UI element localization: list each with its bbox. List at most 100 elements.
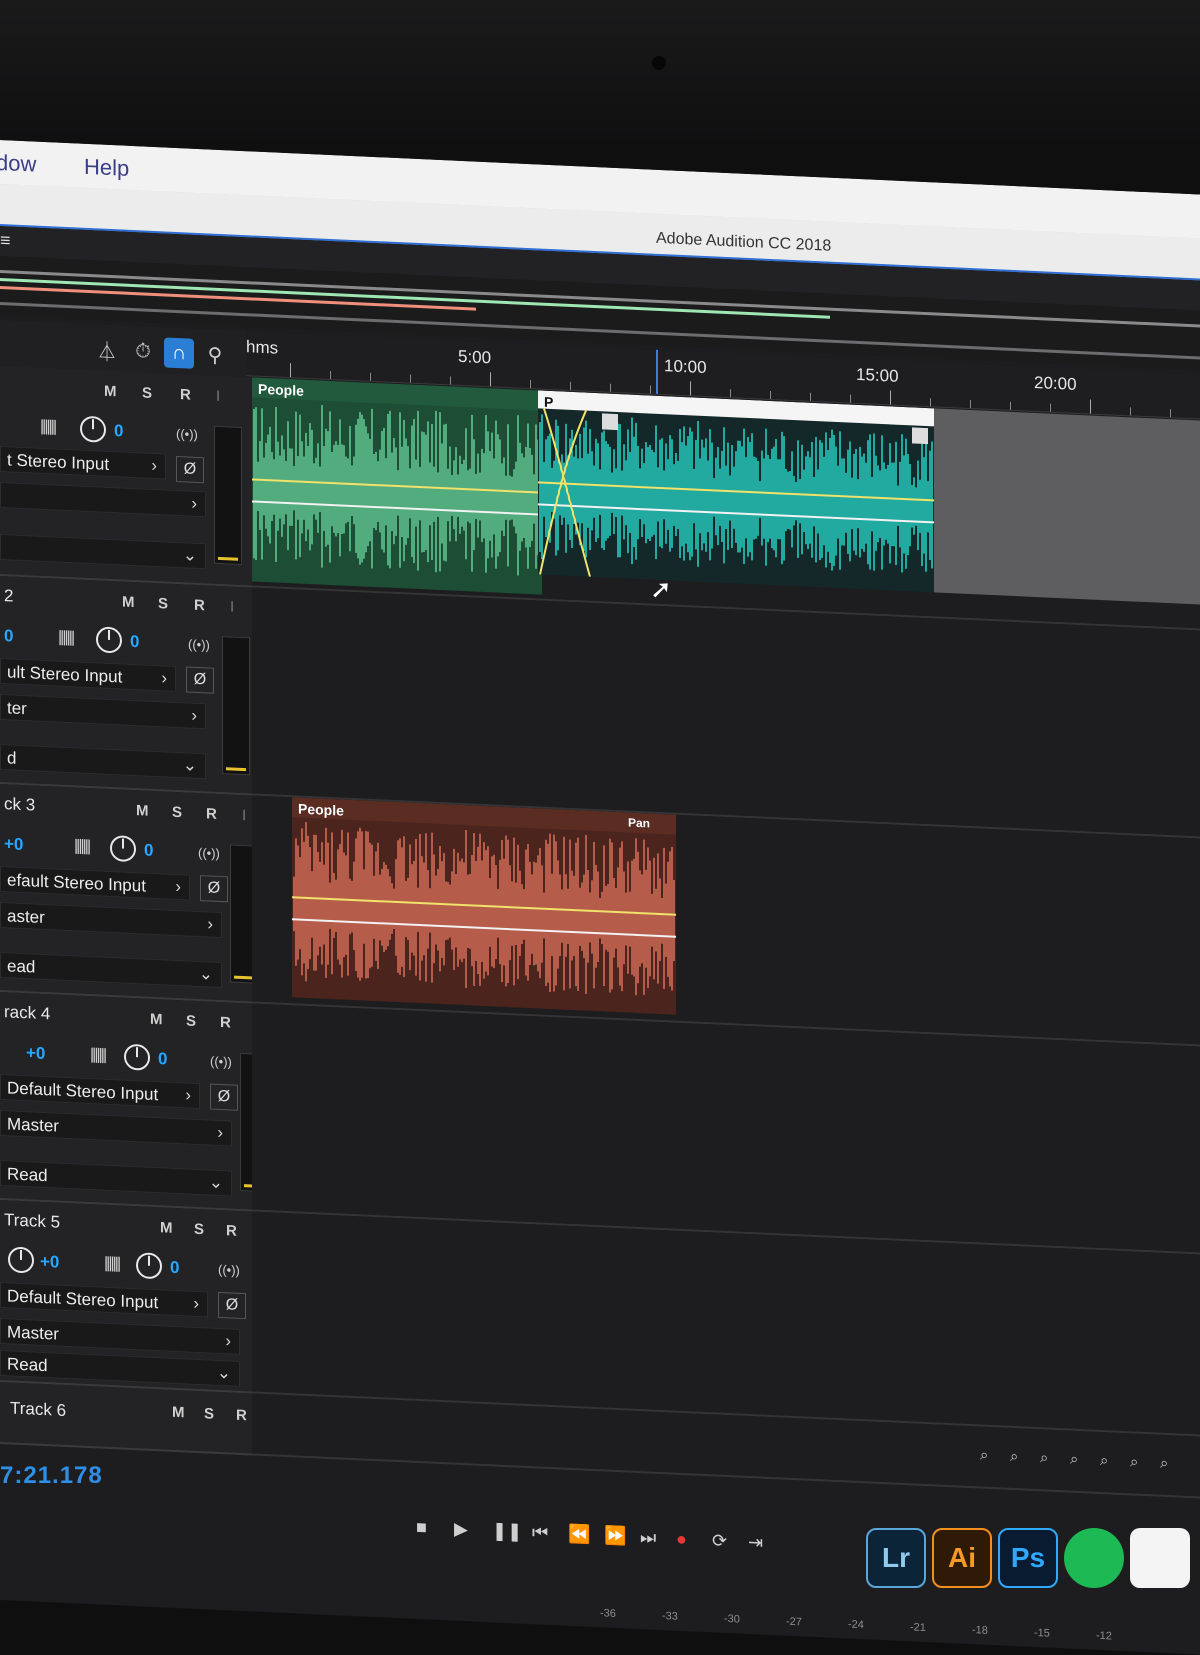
zoom-out-amplitude-icon[interactable]: ⌕ [1010,1448,1018,1465]
solo-button[interactable]: S [172,804,182,821]
automation-select[interactable]: ead ⌄ [0,952,222,989]
pan-knob[interactable] [124,1043,150,1071]
track-name[interactable]: Track 5 [4,1210,60,1233]
playhead[interactable] [656,349,658,394]
chevron-right-icon: › [225,1331,231,1351]
solo-button[interactable]: S [194,1221,204,1238]
pan-value[interactable]: 0 [114,421,123,441]
spotify-icon[interactable]: ≋ [1064,1528,1124,1588]
time-display[interactable]: 7:21.178 [0,1462,103,1490]
panel-menu-icon[interactable]: ≡ [0,230,11,251]
record-arm-button[interactable]: R [180,386,191,403]
track-name[interactable]: ck 3 [4,794,35,815]
input-monitor-button[interactable]: I [230,598,234,615]
pan-value[interactable]: 0 [158,1049,167,1069]
output-select[interactable]: Master › [0,1318,240,1355]
pan-knob[interactable] [80,415,106,443]
output-select[interactable]: Master › [0,1110,232,1147]
input-select[interactable]: Default Stereo Input › [0,1074,200,1110]
volume-knob[interactable] [8,1246,34,1274]
mute-button[interactable]: M [104,383,117,401]
audio-clip[interactable]: People [252,377,542,595]
automation-select[interactable]: d ⌄ [0,744,206,780]
zoom-full-icon[interactable]: ⌕ [1100,1452,1108,1469]
track-name[interactable]: Track 6 [10,1398,66,1421]
solo-button[interactable]: S [204,1405,214,1422]
to-end-icon[interactable]: ⏭ [640,1527,656,1549]
to-start-icon[interactable]: ⏮ [532,1522,548,1544]
phase-invert-button[interactable]: Ø [210,1083,238,1111]
volume-value[interactable]: +0 [26,1043,45,1064]
menu-window[interactable]: dow [0,150,36,178]
stop-icon[interactable]: ■ [416,1517,427,1538]
mute-button[interactable]: M [150,1011,163,1029]
input-monitor-button[interactable]: I [216,388,220,405]
record-arm-button[interactable]: R [236,1407,247,1424]
fade-in-handle[interactable] [602,413,618,431]
volume-value[interactable]: 0 [4,626,13,646]
zoom-in-time-icon[interactable]: ⌕ [1040,1449,1048,1466]
track-name[interactable]: 2 [4,586,13,606]
illustrator-icon[interactable]: Ai [932,1528,992,1588]
output-select[interactable]: aster › [0,902,222,939]
record-arm-button[interactable]: R [194,597,205,614]
record-arm-button[interactable]: R [226,1222,237,1239]
photoshop-icon[interactable]: Ps [998,1528,1058,1588]
headphones-icon[interactable]: ∩ [164,337,194,369]
pan-value[interactable]: 0 [170,1258,179,1278]
audio-clip[interactable]: People Pan [292,797,676,1015]
input-monitor-button[interactable]: I [242,807,246,824]
record-arm-button[interactable]: R [220,1014,231,1031]
output-select[interactable]: › [0,482,206,518]
audio-clip-selected[interactable]: P [538,390,934,593]
record-icon[interactable]: ● [676,1529,687,1550]
automation-select[interactable]: Read ⌄ [0,1350,240,1387]
input-select[interactable]: t Stereo Input › [0,446,166,480]
phase-invert-button[interactable]: Ø [176,455,204,484]
phase-invert-button[interactable]: Ø [218,1291,246,1320]
input-select[interactable]: ult Stereo Input › [0,658,176,692]
fast-forward-icon[interactable]: ⏩ [604,1525,626,1547]
loop-icon[interactable]: ⟳ [712,1530,727,1552]
volume-value[interactable]: +0 [4,834,23,855]
input-select[interactable]: Default Stereo Input › [0,1282,208,1318]
input-select[interactable]: efault Stereo Input › [0,866,190,901]
marker-pin-icon[interactable]: ⚲ [200,339,230,370]
zoom-in-amplitude-icon[interactable]: ⌕ [980,1447,988,1464]
lightroom-icon[interactable]: Lr [866,1528,926,1588]
selection-region[interactable] [934,408,1200,605]
skip-icon[interactable]: ⇥ [748,1532,763,1554]
phase-invert-button[interactable]: Ø [186,666,214,694]
pan-value[interactable]: 0 [144,841,153,861]
pan-knob[interactable] [136,1252,162,1280]
zoom-selection-icon[interactable]: ⌕ [1130,1453,1138,1470]
mute-button[interactable]: M [122,594,135,612]
timestretch-icon[interactable]: ⏱ [128,336,158,367]
music-icon[interactable]: ♫ [1130,1528,1190,1588]
automation-select[interactable]: ⌄ [0,534,206,570]
menu-help[interactable]: Help [84,154,129,182]
pan-knob[interactable] [96,626,122,654]
zoom-tracks-icon[interactable]: ⌕ [1160,1455,1168,1472]
automation-select[interactable]: Read ⌄ [0,1160,232,1197]
record-arm-button[interactable]: R [206,805,217,822]
pan-value[interactable]: 0 [130,632,139,652]
mute-button[interactable]: M [160,1219,173,1237]
fade-out-handle[interactable] [912,427,928,445]
phase-invert-button[interactable]: Ø [200,875,228,903]
solo-button[interactable]: S [186,1012,196,1029]
mute-button[interactable]: M [136,802,149,820]
play-icon[interactable]: ▶ [454,1519,468,1541]
output-select[interactable]: ter › [0,694,206,730]
volume-value[interactable]: +0 [40,1252,59,1273]
rewind-icon[interactable]: ⏪ [568,1524,590,1546]
metronome-icon[interactable]: ⏃ [92,334,122,365]
zoom-out-time-icon[interactable]: ⌕ [1070,1451,1078,1468]
solo-button[interactable]: S [158,595,168,612]
pause-icon[interactable]: ❚❚ [492,1520,522,1542]
solo-button[interactable]: S [142,384,152,401]
pan-knob[interactable] [110,834,136,863]
track-name[interactable]: rack 4 [4,1002,50,1024]
track-lane-1[interactable]: People P ➚ [252,377,1200,631]
mute-button[interactable]: M [172,1404,185,1422]
